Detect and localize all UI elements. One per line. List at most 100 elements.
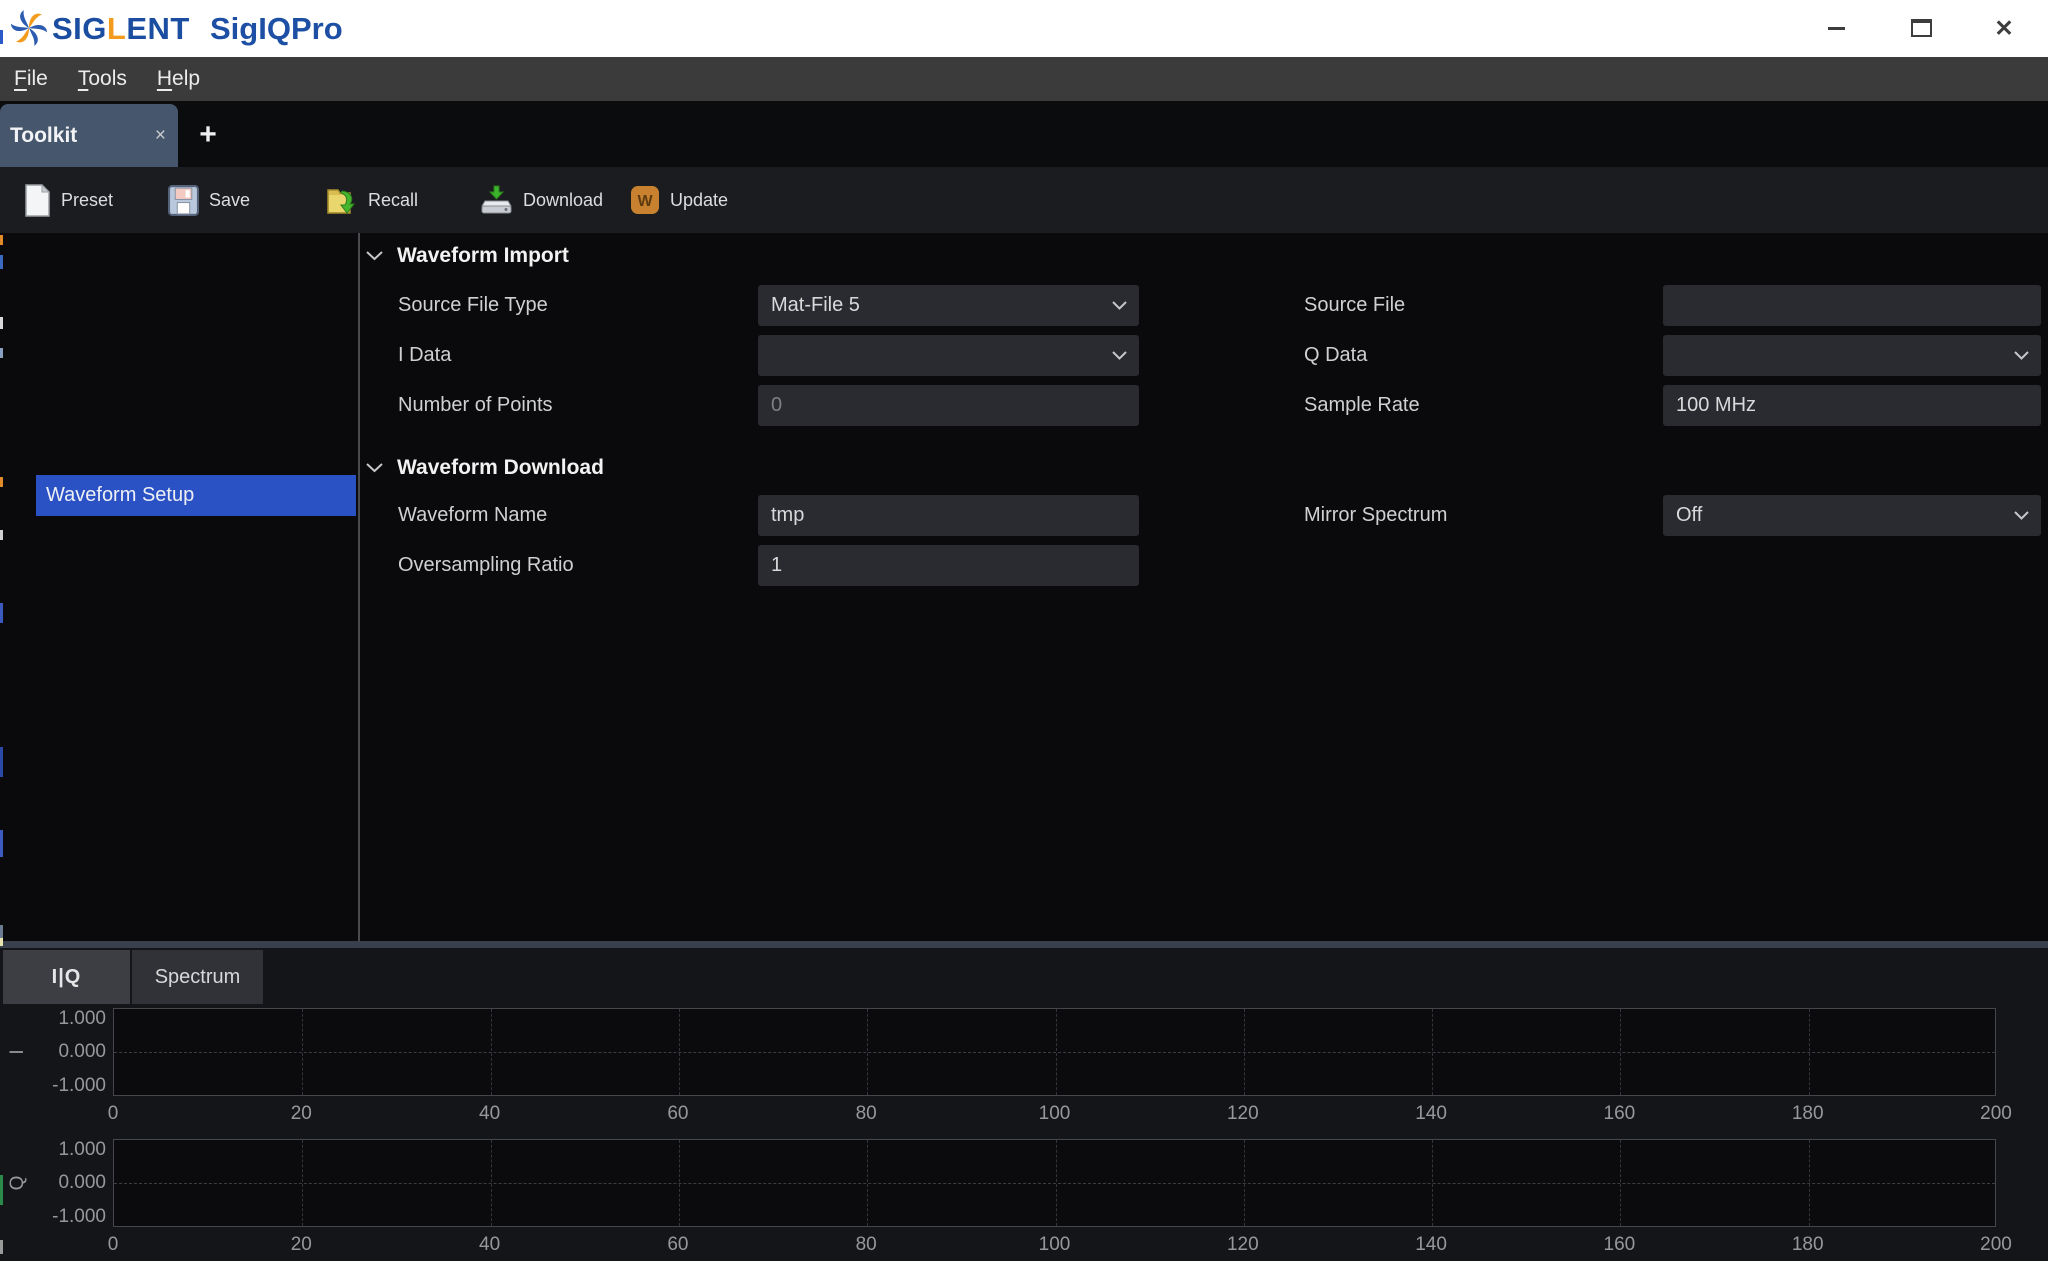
x-tick-label: 140 (1415, 1103, 1447, 1124)
x-tick-label: 60 (667, 1103, 689, 1124)
tab-iq[interactable]: I|Q (3, 950, 130, 1004)
x-tick-label: 0 (107, 1103, 119, 1124)
document-icon (25, 183, 51, 217)
title-bar: SIGLENT SigIQPro ✕ (0, 0, 2048, 57)
chevron-down-icon (1112, 301, 1127, 310)
x-tick-label: 120 (1226, 1103, 1259, 1124)
maximize-button[interactable] (1899, 8, 1943, 48)
app-title: SigIQPro (210, 11, 343, 46)
screen-edge-artifact (0, 317, 3, 329)
update-button[interactable]: W Update (630, 181, 728, 219)
document-tab-bar: Toolkit × + (0, 101, 2048, 167)
chart-plot-q (113, 1139, 1996, 1227)
i-data-dropdown[interactable] (758, 335, 1139, 376)
mirror-spectrum-label: Mirror Spectrum (1304, 504, 1448, 526)
waveform-name-input[interactable]: tmp (758, 495, 1139, 536)
x-tick-label: 100 (1038, 1103, 1071, 1124)
sigiqpro-window: SIGLENT SigIQPro ✕ File Tools Help Toolk… (0, 0, 2048, 1261)
x-tick-label: 180 (1791, 1103, 1824, 1124)
screen-edge-artifact (0, 348, 3, 358)
chevron-down-icon[interactable] (366, 251, 383, 261)
sample-rate-input[interactable]: 100 MHz (1663, 385, 2041, 426)
y-tick-label: -1.000 (52, 1206, 106, 1227)
x-tick-label: 140 (1415, 1234, 1447, 1255)
number-of-points-input[interactable]: 0 (758, 385, 1139, 426)
svg-text:W: W (637, 193, 653, 210)
preset-button[interactable]: Preset (24, 181, 113, 219)
tab-close-icon[interactable]: × (155, 125, 166, 147)
close-button[interactable]: ✕ (1982, 8, 2026, 48)
x-tick-label: 40 (479, 1234, 501, 1255)
new-tab-button[interactable]: + (192, 115, 224, 155)
oversampling-ratio-input[interactable]: 1 (758, 545, 1139, 586)
i-data-label: I Data (398, 344, 452, 366)
sidebar-divider[interactable] (358, 233, 360, 941)
x-tick-label: 20 (290, 1103, 312, 1124)
screen-edge-artifact (0, 830, 3, 857)
sample-rate-label: Sample Rate (1304, 394, 1420, 416)
screen-edge-artifact (0, 938, 3, 946)
screen-edge-artifact (0, 925, 3, 939)
x-tick-label: 180 (1791, 1234, 1824, 1255)
main-area: Waveform Setup Waveform Import Source Fi… (0, 233, 2048, 941)
x-tick-label: 100 (1038, 1234, 1071, 1255)
recall-button[interactable]: Recall (326, 181, 418, 219)
screen-edge-artifact (0, 603, 3, 623)
close-icon: ✕ (1994, 14, 2014, 41)
y-axis-title-i: I (7, 1049, 28, 1055)
menu-file[interactable]: File (6, 67, 56, 91)
gridline-zero (114, 1052, 1995, 1053)
chevron-down-icon[interactable] (366, 463, 383, 473)
y-tick-label: 0.000 (58, 1041, 106, 1062)
maximize-icon (1910, 19, 1932, 37)
menu-tools[interactable]: Tools (70, 67, 135, 91)
chevron-down-icon (2014, 511, 2029, 520)
drive-download-icon (481, 185, 512, 214)
chevron-down-icon (1112, 351, 1127, 360)
x-tick-label: 80 (855, 1103, 877, 1124)
folder-recall-icon (327, 188, 356, 214)
gridline-zero (114, 1183, 1995, 1184)
screen-edge-artifact (0, 30, 3, 44)
minimize-button[interactable] (1814, 8, 1858, 48)
x-tick-label: 0 (107, 1234, 119, 1255)
y-tick-label: 0.000 (58, 1172, 106, 1193)
source-file-type-label: Source File Type (398, 294, 548, 316)
screen-edge-artifact (0, 235, 3, 245)
menu-help[interactable]: Help (149, 67, 208, 91)
screen-edge-artifact (0, 255, 3, 269)
floppy-icon (168, 184, 199, 216)
panel-splitter[interactable] (0, 941, 2048, 948)
section-header-waveform-download: Waveform Download (366, 453, 604, 483)
q-data-label: Q Data (1304, 344, 1368, 366)
number-of-points-label: Number of Points (398, 394, 553, 416)
x-tick-label: 40 (479, 1103, 501, 1124)
section-header-waveform-import: Waveform Import (366, 241, 569, 271)
chevron-down-icon (2014, 351, 2029, 360)
x-tick-label: 120 (1226, 1234, 1259, 1255)
q-data-dropdown[interactable] (1663, 335, 2041, 376)
source-file-label: Source File (1304, 294, 1406, 316)
tab-toolkit[interactable]: Toolkit × (0, 104, 178, 167)
screen-edge-artifact (0, 530, 3, 540)
x-tick-label: 200 (1980, 1103, 2012, 1124)
y-axis-title-q: Q (7, 1175, 28, 1191)
waveform-name-label: Waveform Name (398, 504, 548, 526)
screen-edge-artifact (0, 1175, 3, 1205)
y-tick-label: -1.000 (52, 1075, 106, 1096)
siglent-logo-icon (10, 10, 48, 46)
x-tick-label: 60 (667, 1234, 689, 1255)
save-button[interactable]: Save (168, 181, 250, 219)
toolbar: Preset Save Recall Download W Update (0, 167, 2048, 233)
y-tick-label: 1.000 (58, 1008, 106, 1029)
download-button[interactable]: Download (480, 181, 603, 219)
tab-spectrum[interactable]: Spectrum (132, 950, 263, 1004)
update-w-icon: W (631, 186, 659, 214)
mirror-spectrum-dropdown[interactable]: Off (1663, 495, 2041, 536)
y-tick-label: 1.000 (58, 1139, 106, 1160)
source-file-input[interactable] (1663, 285, 2041, 326)
source-file-type-dropdown[interactable]: Mat-File 5 (758, 285, 1139, 326)
x-tick-label: 160 (1603, 1234, 1636, 1255)
x-tick-label: 20 (290, 1234, 312, 1255)
sidebar-item-waveform-setup[interactable]: Waveform Setup (36, 475, 356, 516)
